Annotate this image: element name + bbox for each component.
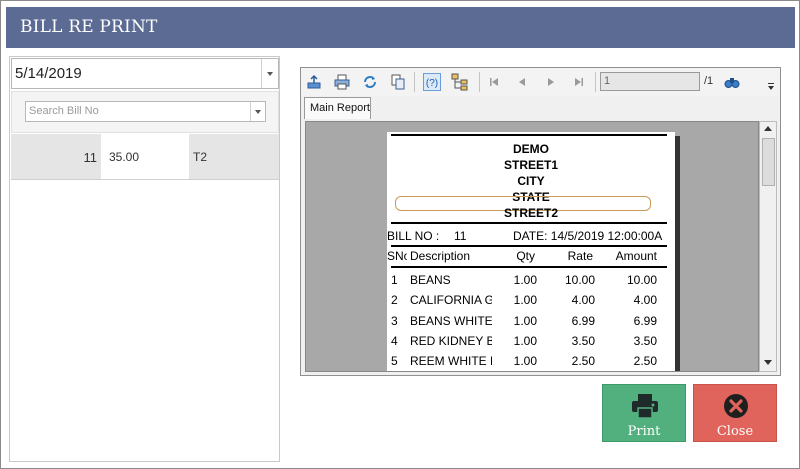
scroll-thumb[interactable] xyxy=(762,138,775,186)
item-sno: 3 xyxy=(391,314,398,328)
receipt-page: DEMO STREET1 CITY STATE STREET2 BILL NO … xyxy=(387,132,675,371)
item-qty: 1.00 xyxy=(513,334,537,348)
viewer-toolbar: (?) 1 /1 xyxy=(301,68,780,96)
print-label: Print xyxy=(627,424,661,439)
item-rate: 6.99 xyxy=(571,314,595,328)
export-icon[interactable] xyxy=(305,73,323,91)
toolbar-separator xyxy=(479,72,480,92)
search-bill-input[interactable]: Search Bill No xyxy=(25,101,266,122)
item-sno: 1 xyxy=(391,273,398,287)
receipt-rule xyxy=(391,222,667,224)
item-rate: 2.50 xyxy=(571,354,595,368)
page-number-input[interactable]: 1 xyxy=(600,72,700,91)
item-description: BEANS WHITE xyxy=(410,314,492,328)
item-sno: 4 xyxy=(391,334,398,348)
item-amount: 3.50 xyxy=(633,334,657,348)
col-sno: SNo xyxy=(387,249,407,263)
col-qty: Qty xyxy=(516,249,535,263)
scroll-up-icon xyxy=(764,126,772,131)
scroll-down-button[interactable] xyxy=(762,357,774,369)
receipt-rule xyxy=(391,266,667,268)
close-icon xyxy=(721,392,751,420)
item-description: REEM WHITE B xyxy=(410,354,492,368)
date-dropdown-button[interactable] xyxy=(261,59,278,88)
item-description: CALIFORNIA GA xyxy=(410,293,492,307)
printer-icon xyxy=(630,392,660,420)
report-canvas: DEMO STREET1 CITY STATE STREET2 BILL NO … xyxy=(305,121,759,372)
receipt-header-line: DEMO xyxy=(513,142,549,156)
receipt-header-line: CITY xyxy=(517,174,545,188)
bill-amount: 35.00 xyxy=(101,134,189,179)
col-description: Description xyxy=(410,249,471,263)
refresh-icon[interactable] xyxy=(361,73,379,91)
page-total: /1 xyxy=(704,75,714,87)
item-qty: 1.00 xyxy=(513,354,537,368)
previous-page-icon[interactable] xyxy=(513,73,531,91)
close-button[interactable]: Close xyxy=(693,384,777,442)
bill-date: DATE: 14/5/2019 12:00:00A xyxy=(513,229,663,243)
toolbar-separator xyxy=(414,72,415,92)
item-amount: 6.99 xyxy=(633,314,657,328)
report-tab-strip: Main Report xyxy=(301,96,780,120)
item-rate: 4.00 xyxy=(571,293,595,307)
item-qty: 1.00 xyxy=(513,293,537,307)
item-description: RED KIDNEY BE xyxy=(410,334,492,348)
search-placeholder: Search Bill No xyxy=(29,105,99,117)
copy-icon[interactable] xyxy=(389,73,407,91)
item-qty: 1.00 xyxy=(513,314,537,328)
item-sno: 2 xyxy=(391,293,398,307)
help-icon[interactable]: (?) xyxy=(423,73,441,91)
date-value: 5/14/2019 xyxy=(15,65,82,82)
bill-number: 11 xyxy=(83,150,98,165)
item-amount: 2.50 xyxy=(633,354,657,368)
item-qty: 1.00 xyxy=(513,273,537,287)
item-rate: 3.50 xyxy=(571,334,595,348)
print-button[interactable]: Print xyxy=(602,384,686,442)
bill-row[interactable]: 11 35.00 T2 xyxy=(11,134,279,180)
scroll-down-icon xyxy=(764,360,772,365)
bill-table: T2 xyxy=(193,150,208,164)
item-sno: 5 xyxy=(391,354,398,368)
close-label: Close xyxy=(716,424,754,439)
bill-reprint-window: BILL RE PRINT 5/14/2019 Search Bill No 1… xyxy=(0,0,800,469)
col-amount: Amount xyxy=(615,249,657,263)
search-area: Search Bill No xyxy=(11,91,279,133)
chevron-down-icon xyxy=(255,109,261,114)
next-page-icon[interactable] xyxy=(542,73,560,91)
window-title: BILL RE PRINT xyxy=(6,7,795,48)
receipt-header-line: STREET1 xyxy=(503,158,558,172)
item-amount: 10.00 xyxy=(626,273,657,287)
receipt-rule xyxy=(391,245,667,247)
bill-no-value: 11 xyxy=(454,229,467,243)
date-picker[interactable]: 5/14/2019 xyxy=(11,58,279,89)
bill-list-panel: 5/14/2019 Search Bill No 11 35.00 T2 xyxy=(9,56,280,462)
last-page-icon[interactable] xyxy=(570,73,588,91)
report-vertical-scrollbar[interactable] xyxy=(759,121,777,372)
receipt-rule xyxy=(391,134,667,136)
chevron-down-icon xyxy=(267,71,273,76)
item-description: BEANS xyxy=(410,273,451,287)
group-tree-icon[interactable] xyxy=(451,73,469,91)
search-dropdown-button[interactable] xyxy=(250,102,265,121)
svg-text:(?): (?) xyxy=(426,78,438,88)
col-rate: Rate xyxy=(567,249,593,263)
first-page-icon[interactable] xyxy=(485,73,503,91)
report-viewer: (?) 1 /1 Main Report DEMO STREET1 CITY S… xyxy=(300,67,781,376)
bill-no-label: BILL NO : xyxy=(387,229,440,243)
toolbar-separator xyxy=(595,72,596,92)
tab-main-report[interactable]: Main Report xyxy=(304,97,371,119)
scroll-up-button[interactable] xyxy=(762,123,774,135)
item-amount: 4.00 xyxy=(633,293,657,307)
receipt-header-line: STREET2 xyxy=(503,206,558,220)
search-icon[interactable] xyxy=(723,73,741,91)
toolbar-overflow-icon[interactable] xyxy=(765,81,777,93)
item-rate: 10.00 xyxy=(564,273,595,287)
print-icon[interactable] xyxy=(333,73,351,91)
